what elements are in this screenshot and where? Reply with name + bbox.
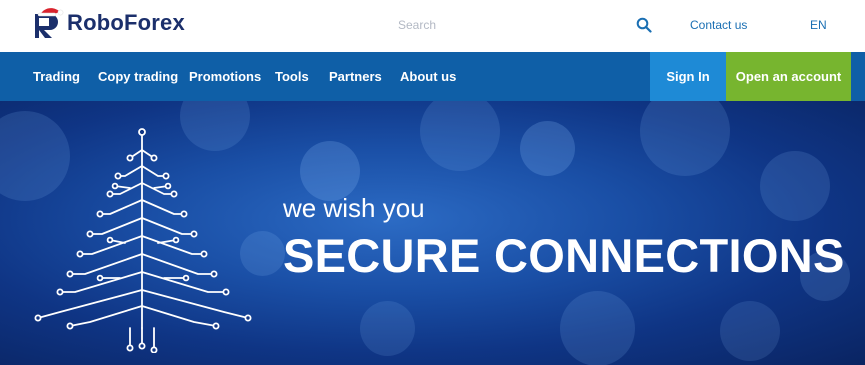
hero-subtitle: we wish you [283, 193, 425, 223]
hero-title: SECURE CONNECTIONS [283, 229, 845, 282]
bokeh-light [560, 291, 635, 365]
search-input[interactable] [398, 13, 628, 37]
brand-name: RoboForex [67, 10, 185, 35]
bokeh-light [760, 151, 830, 221]
circuit-tree-icon [34, 128, 252, 353]
bokeh-light [300, 141, 360, 201]
bokeh-light [720, 301, 780, 361]
open-account-button[interactable]: Open an account [726, 52, 851, 101]
sign-in-button[interactable]: Sign In [650, 52, 726, 101]
nav-item-partners[interactable]: Partners [329, 52, 382, 101]
top-bar: RoboForex Contact us EN [0, 0, 865, 52]
nav-item-promotions[interactable]: Promotions [189, 52, 261, 101]
bokeh-light [640, 101, 730, 176]
nav-edge [851, 52, 865, 101]
bokeh-light [360, 301, 415, 356]
contact-us-link[interactable]: Contact us [690, 18, 747, 32]
nav-item-about-us[interactable]: About us [400, 52, 456, 101]
language-selector[interactable]: EN [810, 18, 827, 32]
roboforex-logo-icon [35, 8, 64, 38]
search-icon[interactable] [636, 17, 652, 33]
nav-item-trading[interactable]: Trading [33, 52, 80, 101]
nav-item-tools[interactable]: Tools [275, 52, 309, 101]
bokeh-light [520, 121, 575, 176]
bokeh-light [420, 101, 500, 171]
nav-item-copy-trading[interactable]: Copy trading [98, 52, 178, 101]
brand-logo[interactable]: RoboForex [32, 6, 185, 40]
